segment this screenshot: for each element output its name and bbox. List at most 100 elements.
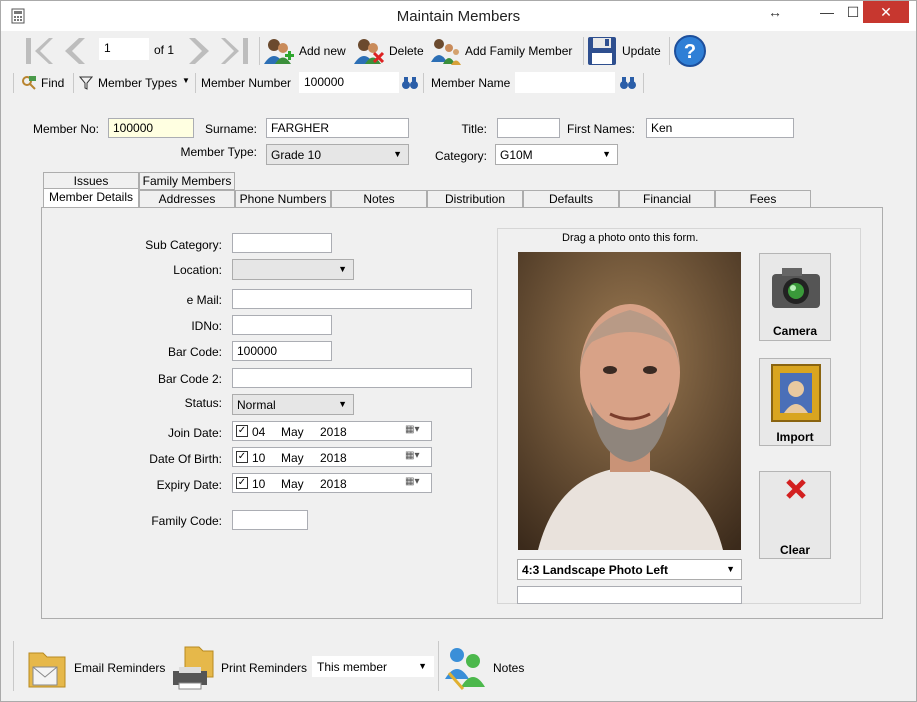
status-label: Status: bbox=[184, 396, 222, 410]
find-button[interactable]: Find bbox=[21, 73, 77, 93]
print-reminders-button[interactable]: Print Reminders bbox=[171, 641, 311, 693]
location-select[interactable]: ▼ bbox=[232, 259, 354, 280]
add-family-member-button[interactable]: Add Family Member bbox=[429, 34, 581, 68]
family-code-label: Family Code: bbox=[151, 514, 222, 528]
toolbar-separator bbox=[259, 37, 260, 65]
member-types-dropdown[interactable]: Member Types ▼ bbox=[79, 73, 191, 93]
tab-distribution[interactable]: Distribution bbox=[427, 190, 523, 208]
delete-button[interactable]: Delete bbox=[353, 34, 427, 68]
barcode-label: Bar Code: bbox=[167, 345, 222, 359]
page-number-input[interactable]: 1 bbox=[99, 38, 149, 60]
toolbar-separator bbox=[423, 73, 424, 93]
print-reminders-label: Print Reminders bbox=[221, 661, 308, 675]
dob-checkbox[interactable]: ✓ bbox=[236, 451, 248, 463]
family-code-field[interactable] bbox=[232, 510, 308, 530]
reminder-scope-select[interactable]: This member ▼ bbox=[312, 656, 434, 677]
notes-button[interactable]: Notes bbox=[443, 641, 529, 693]
help-icon[interactable]: ? bbox=[673, 34, 707, 68]
toolbar-grip bbox=[13, 641, 14, 691]
member-type-value: Grade 10 bbox=[271, 148, 322, 162]
chevron-down-icon: ▼ bbox=[182, 76, 190, 85]
resize-icon[interactable]: ↔ bbox=[757, 1, 793, 23]
binoculars-icon[interactable] bbox=[401, 75, 419, 91]
tab-member-details[interactable]: Member Details bbox=[43, 188, 139, 208]
status-select[interactable]: Normal ▼ bbox=[232, 394, 354, 415]
status-value: Normal bbox=[237, 398, 276, 412]
photo-caption-field[interactable] bbox=[517, 586, 742, 604]
find-icon bbox=[22, 76, 36, 90]
first-names-label: First Names: bbox=[566, 122, 635, 136]
expiry-year: 2018 bbox=[320, 477, 347, 491]
tab-family-members[interactable]: Family Members bbox=[139, 172, 235, 190]
member-type-select[interactable]: Grade 10 ▼ bbox=[266, 144, 409, 165]
email-field[interactable] bbox=[232, 289, 472, 309]
add-family-member-label: Add Family Member bbox=[465, 44, 573, 58]
chevron-down-icon: ▼ bbox=[338, 264, 347, 274]
close-button[interactable]: ✕ bbox=[863, 1, 909, 23]
member-name-search-input[interactable] bbox=[515, 72, 615, 93]
next-record-icon[interactable] bbox=[187, 35, 215, 67]
barcode-field[interactable]: 100000 bbox=[232, 341, 332, 361]
surname-label: Surname: bbox=[204, 122, 257, 136]
window: Maintain Members ↔ — ☐ ✕ 1 of 1 Add new … bbox=[0, 0, 917, 702]
dob-date-picker[interactable]: ✓ 10 May 2018 ▦▾ bbox=[232, 447, 432, 467]
title-field[interactable] bbox=[497, 118, 560, 138]
tab-notes[interactable]: Notes bbox=[331, 190, 427, 208]
find-bar: Find Member Types ▼ Member Number 100000… bbox=[11, 71, 911, 95]
clear-button[interactable]: Clear bbox=[759, 471, 831, 559]
clear-label: Clear bbox=[779, 543, 811, 557]
tab-addresses[interactable]: Addresses bbox=[139, 190, 235, 208]
toolbar-separator bbox=[643, 73, 644, 93]
idno-field[interactable] bbox=[232, 315, 332, 335]
update-button[interactable]: Update bbox=[587, 34, 667, 68]
first-names-field[interactable]: Ken bbox=[646, 118, 794, 138]
expiry-date-checkbox[interactable]: ✓ bbox=[236, 477, 248, 489]
join-date-checkbox[interactable]: ✓ bbox=[236, 425, 248, 437]
people-notes-icon bbox=[445, 648, 485, 690]
first-record-icon[interactable] bbox=[23, 35, 55, 67]
surname-field[interactable]: FARGHER bbox=[266, 118, 409, 138]
tab-financial[interactable]: Financial bbox=[619, 190, 715, 208]
calendar-icon[interactable]: ▦▾ bbox=[405, 424, 419, 435]
email-folder-icon bbox=[28, 652, 66, 688]
sub-category-label: Sub Category: bbox=[145, 238, 222, 252]
import-button[interactable]: Import bbox=[759, 358, 831, 446]
tab-phone-numbers[interactable]: Phone Numbers bbox=[235, 190, 331, 208]
save-disk-icon bbox=[588, 37, 616, 65]
reminder-scope-value: This member bbox=[317, 660, 388, 674]
binoculars-icon[interactable] bbox=[619, 75, 637, 91]
picture-frame-icon bbox=[771, 364, 821, 422]
email-reminders-button[interactable]: Email Reminders bbox=[25, 641, 169, 693]
idno-label: IDNo: bbox=[191, 319, 222, 333]
add-user-icon bbox=[264, 39, 294, 64]
update-label: Update bbox=[622, 44, 661, 58]
photo-drop-hint: Drag a photo onto this form. bbox=[562, 232, 699, 244]
camera-label: Camera bbox=[772, 324, 818, 338]
join-month: May bbox=[281, 425, 304, 439]
bottom-toolbar: Email Reminders Print Reminders This mem… bbox=[11, 637, 531, 695]
tab-fees[interactable]: Fees bbox=[715, 190, 811, 208]
svg-text:?: ? bbox=[684, 41, 696, 63]
previous-record-icon[interactable] bbox=[59, 35, 87, 67]
member-number-search-input[interactable]: 100000 bbox=[299, 72, 399, 93]
camera-button[interactable]: Camera bbox=[759, 253, 831, 341]
photo-panel: Drag a photo onto this form. 4:3 Landsca… bbox=[497, 228, 861, 604]
last-record-icon[interactable] bbox=[219, 35, 255, 67]
member-name-label: Member Name bbox=[431, 76, 511, 90]
expiry-date-picker[interactable]: ✓ 10 May 2018 ▦▾ bbox=[232, 473, 432, 493]
expiry-date-label: Expiry Date: bbox=[156, 478, 222, 492]
calendar-icon[interactable]: ▦▾ bbox=[405, 450, 419, 461]
tab-defaults[interactable]: Defaults bbox=[523, 190, 619, 208]
category-select[interactable]: G10M ▼ bbox=[495, 144, 618, 165]
barcode2-field[interactable] bbox=[232, 368, 472, 388]
chevron-down-icon: ▼ bbox=[418, 661, 427, 671]
family-icon bbox=[431, 39, 461, 65]
calendar-icon[interactable]: ▦▾ bbox=[405, 476, 419, 487]
join-date-picker[interactable]: ✓ 04 May 2018 ▦▾ bbox=[232, 421, 432, 441]
add-new-button[interactable]: Add new bbox=[263, 34, 349, 68]
member-no-field[interactable]: 100000 bbox=[108, 118, 194, 138]
toolbar-separator bbox=[583, 37, 584, 65]
sub-category-field[interactable] bbox=[232, 233, 332, 253]
member-number-label: Member Number bbox=[201, 76, 292, 90]
photo-layout-select[interactable]: 4:3 Landscape Photo Left ▼ bbox=[517, 559, 742, 580]
